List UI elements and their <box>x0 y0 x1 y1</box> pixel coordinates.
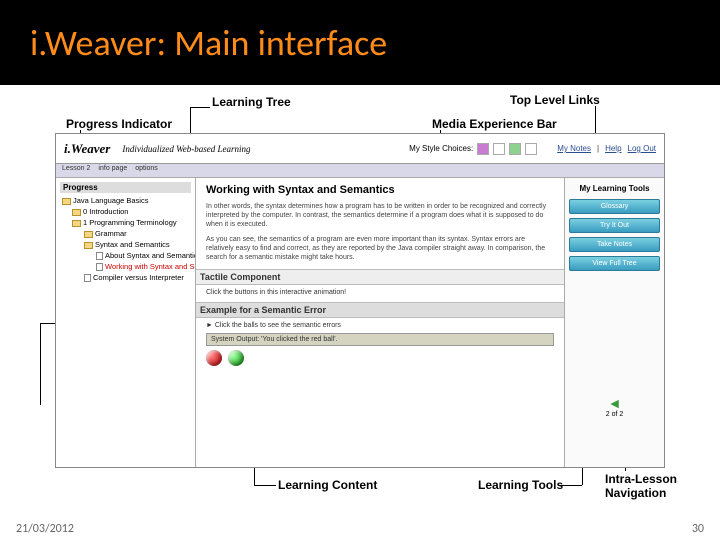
learning-tree: Progress Java Language Basics 0 Introduc… <box>56 178 196 467</box>
tree-compint[interactable]: Compiler versus Interpreter <box>60 272 191 283</box>
breadcrumb-bar: Lesson 2 info page options <box>56 164 664 178</box>
diagram-area: Progress Indicator Learning Tree Top Lev… <box>0 85 720 505</box>
style-box-4[interactable] <box>525 143 537 155</box>
green-ball[interactable] <box>228 350 244 366</box>
page-counter: 2 of 2 <box>569 411 660 418</box>
app-tagline: Individualized Web-based Learning <box>122 144 250 154</box>
tactile-instr: Click the buttons in this interactive an… <box>206 289 554 296</box>
content-p1: In other words, the syntax determines ho… <box>206 202 554 229</box>
learning-content: Working with Syntax and Semantics In oth… <box>196 178 564 467</box>
folder-icon <box>62 198 71 205</box>
callout-tree: Learning Tree <box>212 95 291 109</box>
system-output: System Output: 'You clicked the red ball… <box>206 333 554 346</box>
callout-toplinks: Top Level Links <box>510 93 600 107</box>
red-ball[interactable] <box>206 350 222 366</box>
top-links: My Notes | Help Log Out <box>557 144 656 153</box>
link-help[interactable]: Help <box>605 144 621 153</box>
callout-progress: Progress Indicator <box>66 117 172 131</box>
learning-tools-panel: My Learning Tools Glossary Try It Out Ta… <box>564 178 664 467</box>
tree-term[interactable]: 1 Programming Terminology <box>60 217 191 228</box>
example-header: Example for a Semantic Error <box>196 302 564 318</box>
tree-header: Progress <box>60 182 191 193</box>
tactile-header: Tactile Component <box>196 269 564 285</box>
slide-number: 30 <box>692 522 704 536</box>
tree-synsem[interactable]: Syntax and Semantics <box>60 239 191 250</box>
link-logout[interactable]: Log Out <box>628 144 656 153</box>
folder-icon <box>84 231 93 238</box>
content-title: Working with Syntax and Semantics <box>206 184 554 196</box>
breadcrumb-1[interactable]: Lesson 2 <box>62 165 90 176</box>
tree-grammar[interactable]: Grammar <box>60 228 191 239</box>
tools-header: My Learning Tools <box>569 184 660 193</box>
balls-row <box>206 350 554 366</box>
folder-icon <box>72 209 81 216</box>
style-choices: My Style Choices: <box>409 143 537 155</box>
breadcrumb-3[interactable]: options <box>135 165 158 176</box>
tryitout-button[interactable]: Try It Out <box>569 218 660 233</box>
slide-title: i.Weaver: Main interface <box>30 21 387 65</box>
style-choices-label: My Style Choices: <box>409 144 473 153</box>
tree-root[interactable]: Java Language Basics <box>60 195 191 206</box>
tree-about[interactable]: About Syntax and Semantics <box>60 250 191 261</box>
link-mynotes[interactable]: My Notes <box>557 144 591 153</box>
slide-header: i.Weaver: Main interface <box>0 0 720 85</box>
app-logo: i.Weaver <box>64 141 110 157</box>
viewfulltree-button[interactable]: View Full Tree <box>569 256 660 271</box>
prev-arrow-icon[interactable]: ◄ <box>569 395 660 411</box>
folder-icon <box>72 220 81 227</box>
takenotes-button[interactable]: Take Notes <box>569 237 660 252</box>
slide-footer: 21/03/2012 30 <box>0 522 720 536</box>
page-icon <box>96 252 103 260</box>
breadcrumb-2[interactable]: info page <box>98 165 127 176</box>
style-box-3[interactable] <box>509 143 521 155</box>
tree-intro[interactable]: 0 Introduction <box>60 206 191 217</box>
callout-content: Learning Content <box>278 478 377 492</box>
tree-current[interactable]: Working with Syntax and Semantics <box>60 261 191 272</box>
glossary-button[interactable]: Glossary <box>569 199 660 214</box>
app-topbar: i.Weaver Individualized Web-based Learni… <box>56 134 664 164</box>
folder-icon <box>84 242 93 249</box>
content-p2: As you can see, the semantics of a progr… <box>206 235 554 262</box>
example-instr: ► Click the balls to see the semantic er… <box>206 322 554 329</box>
callout-tools: Learning Tools <box>478 478 563 492</box>
page-icon <box>84 274 91 282</box>
style-box-1[interactable] <box>477 143 489 155</box>
style-box-2[interactable] <box>493 143 505 155</box>
page-icon <box>96 263 103 271</box>
callout-media: Media Experience Bar <box>432 117 557 131</box>
slide-date: 21/03/2012 <box>16 522 74 536</box>
app-screenshot: i.Weaver Individualized Web-based Learni… <box>55 133 665 468</box>
callout-intranav: Intra-Lesson Navigation <box>605 472 685 500</box>
